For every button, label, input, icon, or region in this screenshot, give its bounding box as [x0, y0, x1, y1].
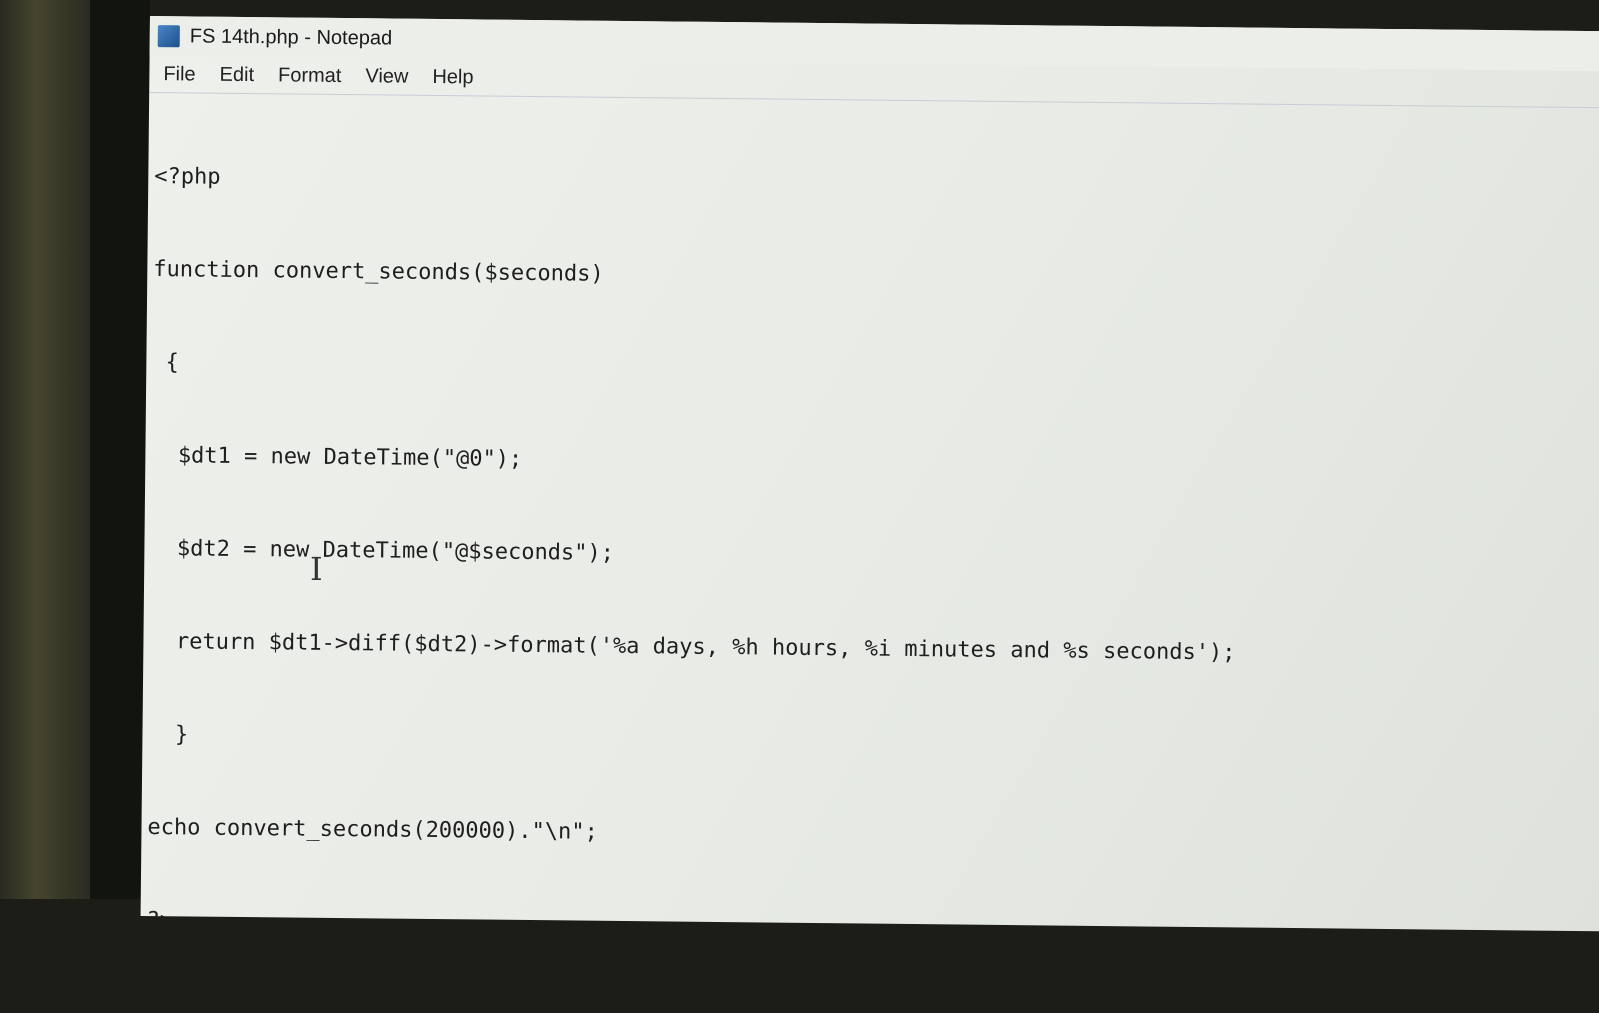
menu-view[interactable]: View — [365, 65, 408, 88]
background-left — [0, 0, 90, 899]
code-line: <?php — [154, 164, 221, 190]
code-line: echo convert_seconds(200000)."\n"; — [147, 815, 598, 845]
code-line: function convert_seconds($seconds) — [153, 257, 604, 287]
code-line: } — [148, 722, 189, 748]
code-line: $dt1 = new DateTime("@0"); — [151, 443, 523, 472]
code-line: ?> — [146, 908, 174, 934]
notepad-window: FS 14th.php - Notepad File Edit Format V… — [140, 16, 1599, 933]
code-line: $dt2 = new DateTime("@$seconds"); — [150, 536, 615, 566]
menu-edit[interactable]: Edit — [220, 63, 255, 86]
menu-help[interactable]: Help — [432, 65, 473, 88]
monitor-bezel — [90, 0, 150, 899]
text-editor[interactable]: <?php function convert_seconds($seconds)… — [141, 93, 1599, 933]
code-line: { — [152, 350, 180, 376]
notepad-icon — [157, 25, 180, 48]
code-line: return $dt1->diff($dt2)->format('%a days… — [149, 629, 1236, 666]
text-cursor-icon: I — [310, 550, 323, 588]
menu-file[interactable]: File — [163, 63, 195, 86]
window-title: FS 14th.php - Notepad — [189, 24, 393, 50]
menu-format[interactable]: Format — [278, 64, 342, 88]
